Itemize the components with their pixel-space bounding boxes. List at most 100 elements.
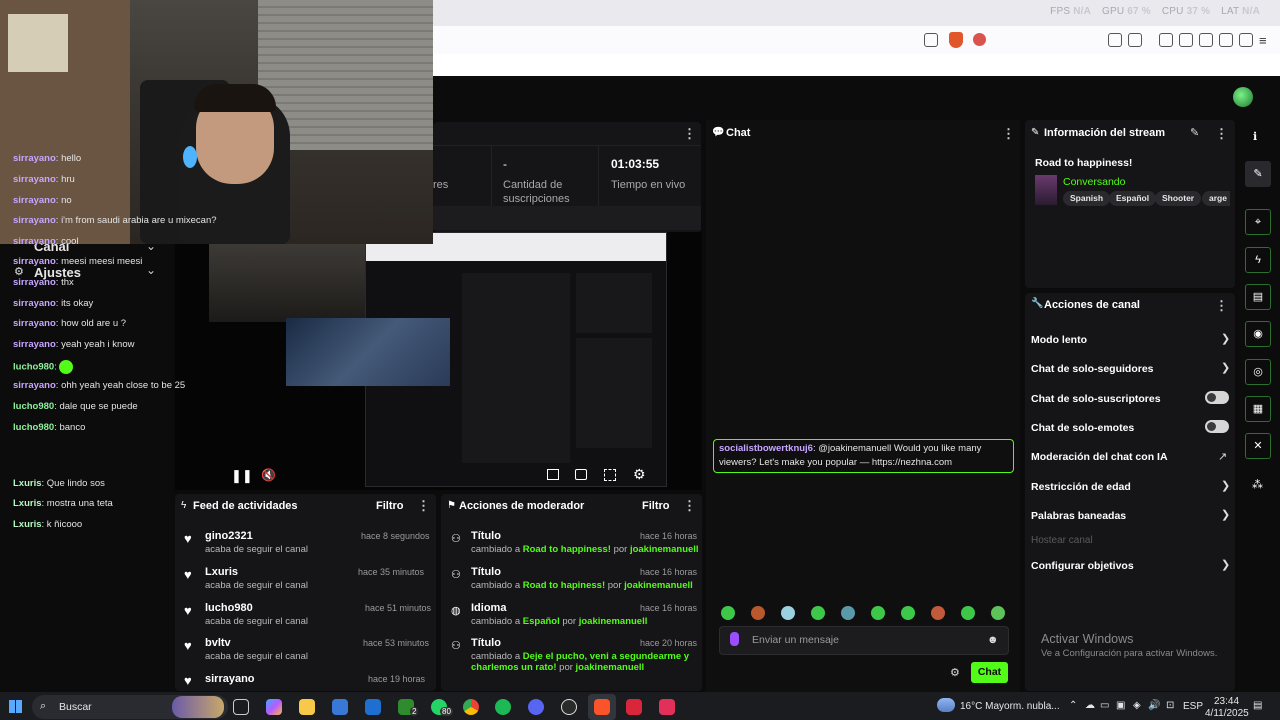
- action-ai-moderation[interactable]: Moderación del chat con IA: [1031, 451, 1168, 463]
- cloud-icon[interactable]: ☁: [1085, 700, 1095, 711]
- weather-icon[interactable]: [937, 698, 955, 712]
- action-age-restriction[interactable]: Restricción de edad: [1031, 481, 1131, 493]
- chat-username[interactable]: sirrayano: [13, 236, 56, 247]
- wrench-icon[interactable]: ✕: [1245, 433, 1271, 459]
- info-icon[interactable]: ℹ: [1253, 130, 1257, 143]
- chevron-right-icon[interactable]: ❯: [1221, 332, 1230, 345]
- shield-icon[interactable]: ◈: [1133, 700, 1141, 711]
- share-icon[interactable]: [924, 33, 938, 47]
- chevron-right-icon[interactable]: ❯: [1221, 508, 1230, 521]
- mod-filter-button[interactable]: Filtro: [642, 500, 670, 512]
- chat-username[interactable]: Lxuris: [13, 519, 42, 530]
- copilot-icon[interactable]: [266, 699, 282, 715]
- emote-icon[interactable]: [991, 606, 1005, 620]
- chat-username[interactable]: lucho980: [13, 401, 54, 412]
- menu-icon[interactable]: ≡: [1259, 33, 1267, 48]
- clipboard-icon[interactable]: ▤: [1245, 284, 1271, 310]
- chat-username[interactable]: socialistbowertknuj6: [719, 443, 813, 454]
- fullscreen-icon[interactable]: [604, 469, 616, 481]
- settings-icon[interactable]: ⚙: [633, 466, 646, 483]
- weather-text[interactable]: 16°C Mayorm. nubla...: [960, 701, 1060, 712]
- wallet-icon[interactable]: [1128, 33, 1142, 47]
- chevron-up-icon[interactable]: ⌃: [1069, 700, 1077, 711]
- more-icon[interactable]: ⋮: [417, 498, 430, 514]
- bolt-icon[interactable]: ϟ: [1245, 247, 1271, 273]
- emotes-only-toggle[interactable]: [1205, 420, 1229, 433]
- chat-username[interactable]: sirrayano: [13, 339, 56, 350]
- edit-icon[interactable]: ✎: [1190, 126, 1199, 139]
- more-icon[interactable]: ⋮: [1215, 126, 1228, 142]
- broadcast-icon[interactable]: ◎: [1245, 359, 1271, 385]
- chat-username[interactable]: sirrayano: [13, 215, 56, 226]
- chat-username[interactable]: sirrayano: [13, 174, 56, 185]
- chat-username[interactable]: sirrayano: [13, 195, 56, 206]
- more-icon[interactable]: ⋮: [1002, 126, 1015, 142]
- chevron-right-icon[interactable]: ❯: [1221, 361, 1230, 374]
- emote-icon[interactable]: [721, 606, 735, 620]
- language-indicator[interactable]: ESP: [1183, 701, 1203, 712]
- chat-username[interactable]: sirrayano: [13, 153, 56, 164]
- brave-shield-icon[interactable]: [949, 32, 963, 48]
- chat-username[interactable]: lucho980: [13, 422, 54, 433]
- action-subscribers-only[interactable]: Chat de solo-suscriptores: [1031, 393, 1161, 405]
- mute-icon[interactable]: 🔇: [261, 468, 276, 482]
- chevron-right-icon[interactable]: ❯: [1221, 558, 1230, 571]
- chrome-icon[interactable]: [463, 699, 479, 715]
- action-followers-only[interactable]: Chat de solo-seguidores: [1031, 363, 1154, 375]
- emote-icon[interactable]: [811, 606, 825, 620]
- obs-icon[interactable]: [561, 699, 577, 715]
- layout-icon[interactable]: ▦: [1245, 396, 1271, 422]
- feed-item-name[interactable]: lucho980: [205, 602, 253, 614]
- rewards-icon[interactable]: [973, 33, 986, 46]
- send-chat-button[interactable]: Chat: [971, 662, 1008, 683]
- chat-username[interactable]: sirrayano: [13, 298, 56, 309]
- action-slow-mode[interactable]: Modo lento: [1031, 334, 1087, 346]
- nodes-icon[interactable]: ⁂: [1252, 478, 1263, 491]
- theater-icon[interactable]: [575, 469, 587, 480]
- feed-item-name[interactable]: gino2321: [205, 530, 253, 542]
- task-view-icon[interactable]: [233, 699, 249, 715]
- gear-icon[interactable]: ⚙: [950, 666, 960, 679]
- edit-tool-icon[interactable]: ✎: [1245, 161, 1271, 187]
- vivaldi-icon[interactable]: [659, 699, 675, 715]
- feed-item-name[interactable]: sirrayano: [205, 673, 255, 685]
- chat-username[interactable]: sirrayano: [13, 380, 56, 391]
- display-icon[interactable]: ▣: [1116, 700, 1125, 711]
- tag[interactable]: Shooter: [1155, 191, 1202, 206]
- discord-icon[interactable]: [528, 699, 544, 715]
- network-icon[interactable]: ▭: [1100, 700, 1109, 711]
- user-avatar[interactable]: [1233, 87, 1253, 107]
- emote-icon[interactable]: [901, 606, 915, 620]
- extensions-icon[interactable]: [1108, 33, 1122, 47]
- chat-username[interactable]: Lxuris: [13, 478, 42, 489]
- music-icon[interactable]: [1159, 33, 1173, 47]
- emoji-icon[interactable]: ☻: [987, 634, 999, 646]
- ethernet-icon[interactable]: ⊡: [1166, 700, 1174, 711]
- emote-icon[interactable]: [751, 606, 765, 620]
- emote-icon[interactable]: [871, 606, 885, 620]
- chat-username[interactable]: Lxuris: [13, 498, 42, 509]
- tag[interactable]: arge: [1202, 191, 1230, 206]
- chat-username[interactable]: sirrayano: [13, 256, 56, 267]
- emote-icon[interactable]: [931, 606, 945, 620]
- sidebar-toggle-icon[interactable]: [1179, 33, 1193, 47]
- outlook-icon[interactable]: [365, 699, 381, 715]
- pip-icon[interactable]: [547, 469, 559, 480]
- more-icon[interactable]: ⋮: [683, 498, 696, 514]
- action-emotes-only[interactable]: Chat de solo-emotes: [1031, 422, 1134, 434]
- subscribers-only-toggle[interactable]: [1205, 391, 1229, 404]
- feed-item-name[interactable]: Lxuris: [205, 566, 238, 578]
- chat-bubble-icon[interactable]: ◉: [1245, 321, 1271, 347]
- category-link[interactable]: Conversando: [1063, 176, 1125, 188]
- tag[interactable]: Español: [1109, 191, 1157, 206]
- emote-icon[interactable]: [781, 606, 795, 620]
- chat-username[interactable]: lucho980: [13, 362, 54, 373]
- app-icon[interactable]: [626, 699, 642, 715]
- pause-icon[interactable]: ❚❚: [231, 468, 253, 484]
- brave-icon[interactable]: [594, 699, 610, 715]
- external-link-icon[interactable]: ↗: [1218, 450, 1227, 463]
- clock-time[interactable]: 23:44: [1214, 696, 1239, 707]
- vpn-icon[interactable]: [1239, 33, 1253, 47]
- stream-preview[interactable]: ❚❚ 🔇 ⚙: [175, 232, 702, 490]
- feed-filter-button[interactable]: Filtro: [376, 500, 404, 512]
